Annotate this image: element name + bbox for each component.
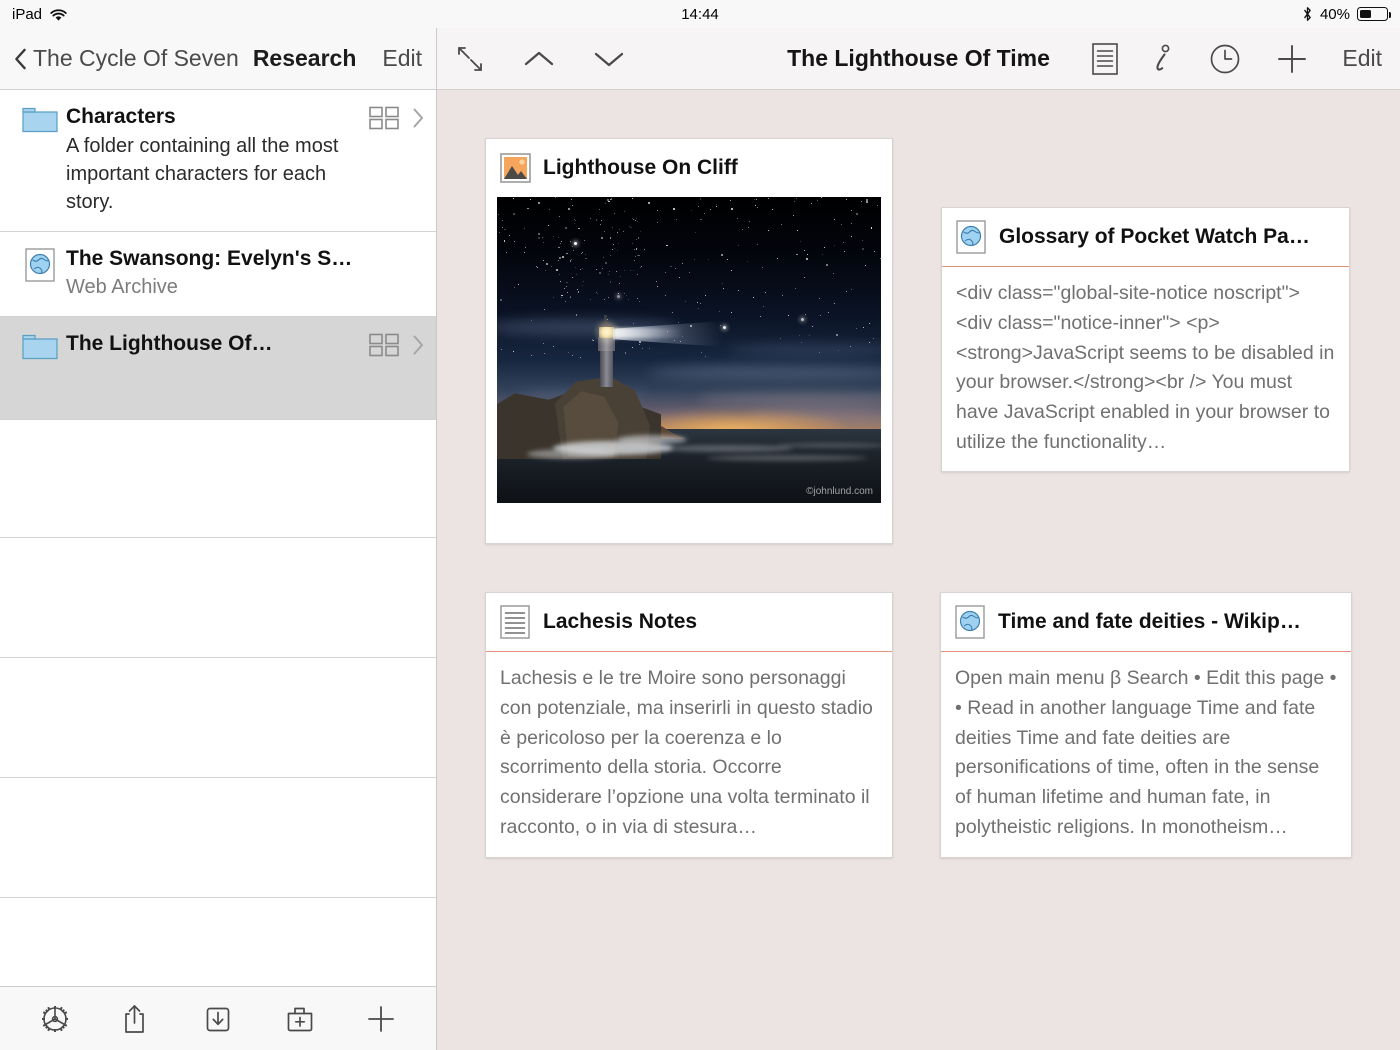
expand-diagonal-icon[interactable] (455, 44, 485, 74)
detail-edit-button[interactable]: Edit (1342, 45, 1382, 72)
grid-view-icon[interactable] (369, 333, 399, 357)
card-time-and-fate-deities-wikipedia[interactable]: Time and fate deities - Wikip… Open main… (940, 592, 1352, 858)
sidebar-item-content: Characters A folder containing all the m… (62, 104, 369, 217)
detail-nav-right-group: Edit (1092, 42, 1382, 76)
chevron-left-icon (14, 48, 27, 70)
clock-history-icon[interactable] (1208, 42, 1242, 76)
web-archive-icon (955, 605, 986, 639)
sidebar-list: Characters A folder containing all the m… (0, 90, 436, 986)
card-header: Lachesis Notes (486, 593, 892, 652)
web-archive-icon (18, 246, 62, 282)
image-watermark: ©johnlund.com (806, 486, 873, 497)
chevron-up-icon[interactable] (523, 48, 555, 70)
sidebar-item-characters[interactable]: Characters A folder containing all the m… (0, 90, 436, 232)
grid-view-icon[interactable] (369, 106, 399, 130)
sidebar-empty-row (0, 658, 436, 778)
bluetooth-icon (1302, 6, 1313, 22)
card-lachesis-notes[interactable]: Lachesis Notes Lachesis e le tre Moire s… (485, 592, 893, 858)
chevron-right-icon[interactable] (413, 335, 424, 355)
card-preview-text: <div class="global-site-notice noscript"… (956, 282, 1335, 454)
folder-icon (18, 331, 62, 360)
back-button[interactable]: The Cycle Of Seven (14, 45, 239, 72)
add-plus-icon[interactable] (364, 1002, 398, 1036)
sidebar-item-title: The Swansong: Evelyn's S… (66, 246, 353, 270)
chevron-right-icon[interactable] (413, 108, 424, 128)
card-title: Time and fate deities - Wikip… (998, 610, 1301, 633)
sidebar-item-the-swansong[interactable]: The Swansong: Evelyn's S… Web Archive (0, 232, 436, 317)
split-view: The Cycle Of Seven Research Edit Charact… (0, 28, 1400, 1050)
import-download-icon[interactable] (201, 1002, 235, 1036)
sidebar-item-content: The Swansong: Evelyn's S… Web Archive (62, 246, 424, 302)
ipad-screen: iPad 14:44 40% The Cycle Of Seven Resear… (0, 0, 1400, 1050)
card-title: Glossary of Pocket Watch Pa… (999, 225, 1310, 248)
cards-canvas: Lighthouse On Cliff ©johnlund.com Glossa… (437, 90, 1400, 1050)
card-header: Time and fate deities - Wikip… (941, 593, 1351, 652)
share-icon[interactable] (119, 1002, 153, 1036)
web-archive-icon (956, 220, 987, 254)
settings-gear-icon[interactable] (38, 1002, 72, 1036)
sidebar-empty-row (0, 898, 436, 986)
lighthouse-photo: ©johnlund.com (497, 197, 881, 503)
sidebar-empty-row (0, 778, 436, 898)
card-header: Lighthouse On Cliff (486, 139, 892, 197)
card-header: Glossary of Pocket Watch Pa… (942, 208, 1349, 267)
card-title: Lachesis Notes (543, 610, 698, 633)
sidebar-item-title: Characters (66, 105, 176, 128)
battery-percent-label: 40% (1319, 5, 1350, 23)
card-lighthouse-on-cliff[interactable]: Lighthouse On Cliff ©johnlund.com (485, 138, 893, 544)
sidebar-empty-row (0, 420, 436, 538)
sidebar-item-title: The Lighthouse Of… (66, 331, 273, 355)
card-title: Lighthouse On Cliff (543, 156, 738, 179)
info-italic-icon[interactable] (1152, 42, 1174, 76)
back-button-label: The Cycle Of Seven (33, 45, 239, 71)
detail-pane: The Lighthouse Of Time Edit Lighthouse O… (437, 28, 1400, 1050)
card-preview-text: Lachesis e le tre Moire sono personaggi … (500, 667, 873, 839)
sidebar-navigation-bar: The Cycle Of Seven Research Edit (0, 28, 436, 90)
sidebar: The Cycle Of Seven Research Edit Charact… (0, 28, 437, 1050)
status-bar-clock: 14:44 (681, 5, 719, 23)
sidebar-edit-button[interactable]: Edit (382, 45, 422, 72)
image-thumbnail-icon (500, 151, 531, 185)
text-document-icon (500, 605, 531, 639)
sidebar-item-the-lighthouse-of-time[interactable]: The Lighthouse Of… (0, 316, 436, 420)
sidebar-item-subtitle: A folder containing all the most importa… (66, 134, 339, 214)
sidebar-toolbar (0, 986, 436, 1050)
sidebar-title: Research (252, 45, 357, 71)
detail-navigation-bar: The Lighthouse Of Time Edit (437, 28, 1400, 90)
chevron-down-icon[interactable] (593, 48, 625, 70)
status-bar-right: 40% (1302, 6, 1400, 23)
card-image-container: ©johnlund.com (486, 197, 892, 514)
card-glossary-of-pocket-watch-parts[interactable]: Glossary of Pocket Watch Pa… <div class=… (941, 207, 1350, 472)
sidebar-item-content: The Lighthouse Of… (62, 331, 369, 357)
plus-icon[interactable] (1276, 43, 1308, 75)
sidebar-item-accessories (369, 331, 424, 357)
battery-icon (1357, 7, 1391, 21)
sidebar-item-accessories (369, 104, 424, 130)
new-folder-icon[interactable] (283, 1002, 317, 1036)
document-list-icon[interactable] (1092, 42, 1119, 75)
detail-nav-left-group (455, 44, 625, 74)
status-bar: iPad 14:44 40% (0, 0, 1400, 28)
card-preview-text: Open main menu β Search • Edit this page… (955, 667, 1337, 839)
sidebar-item-subtitle: Web Archive (66, 276, 178, 299)
sidebar-empty-row (0, 538, 436, 658)
folder-icon (18, 104, 62, 133)
